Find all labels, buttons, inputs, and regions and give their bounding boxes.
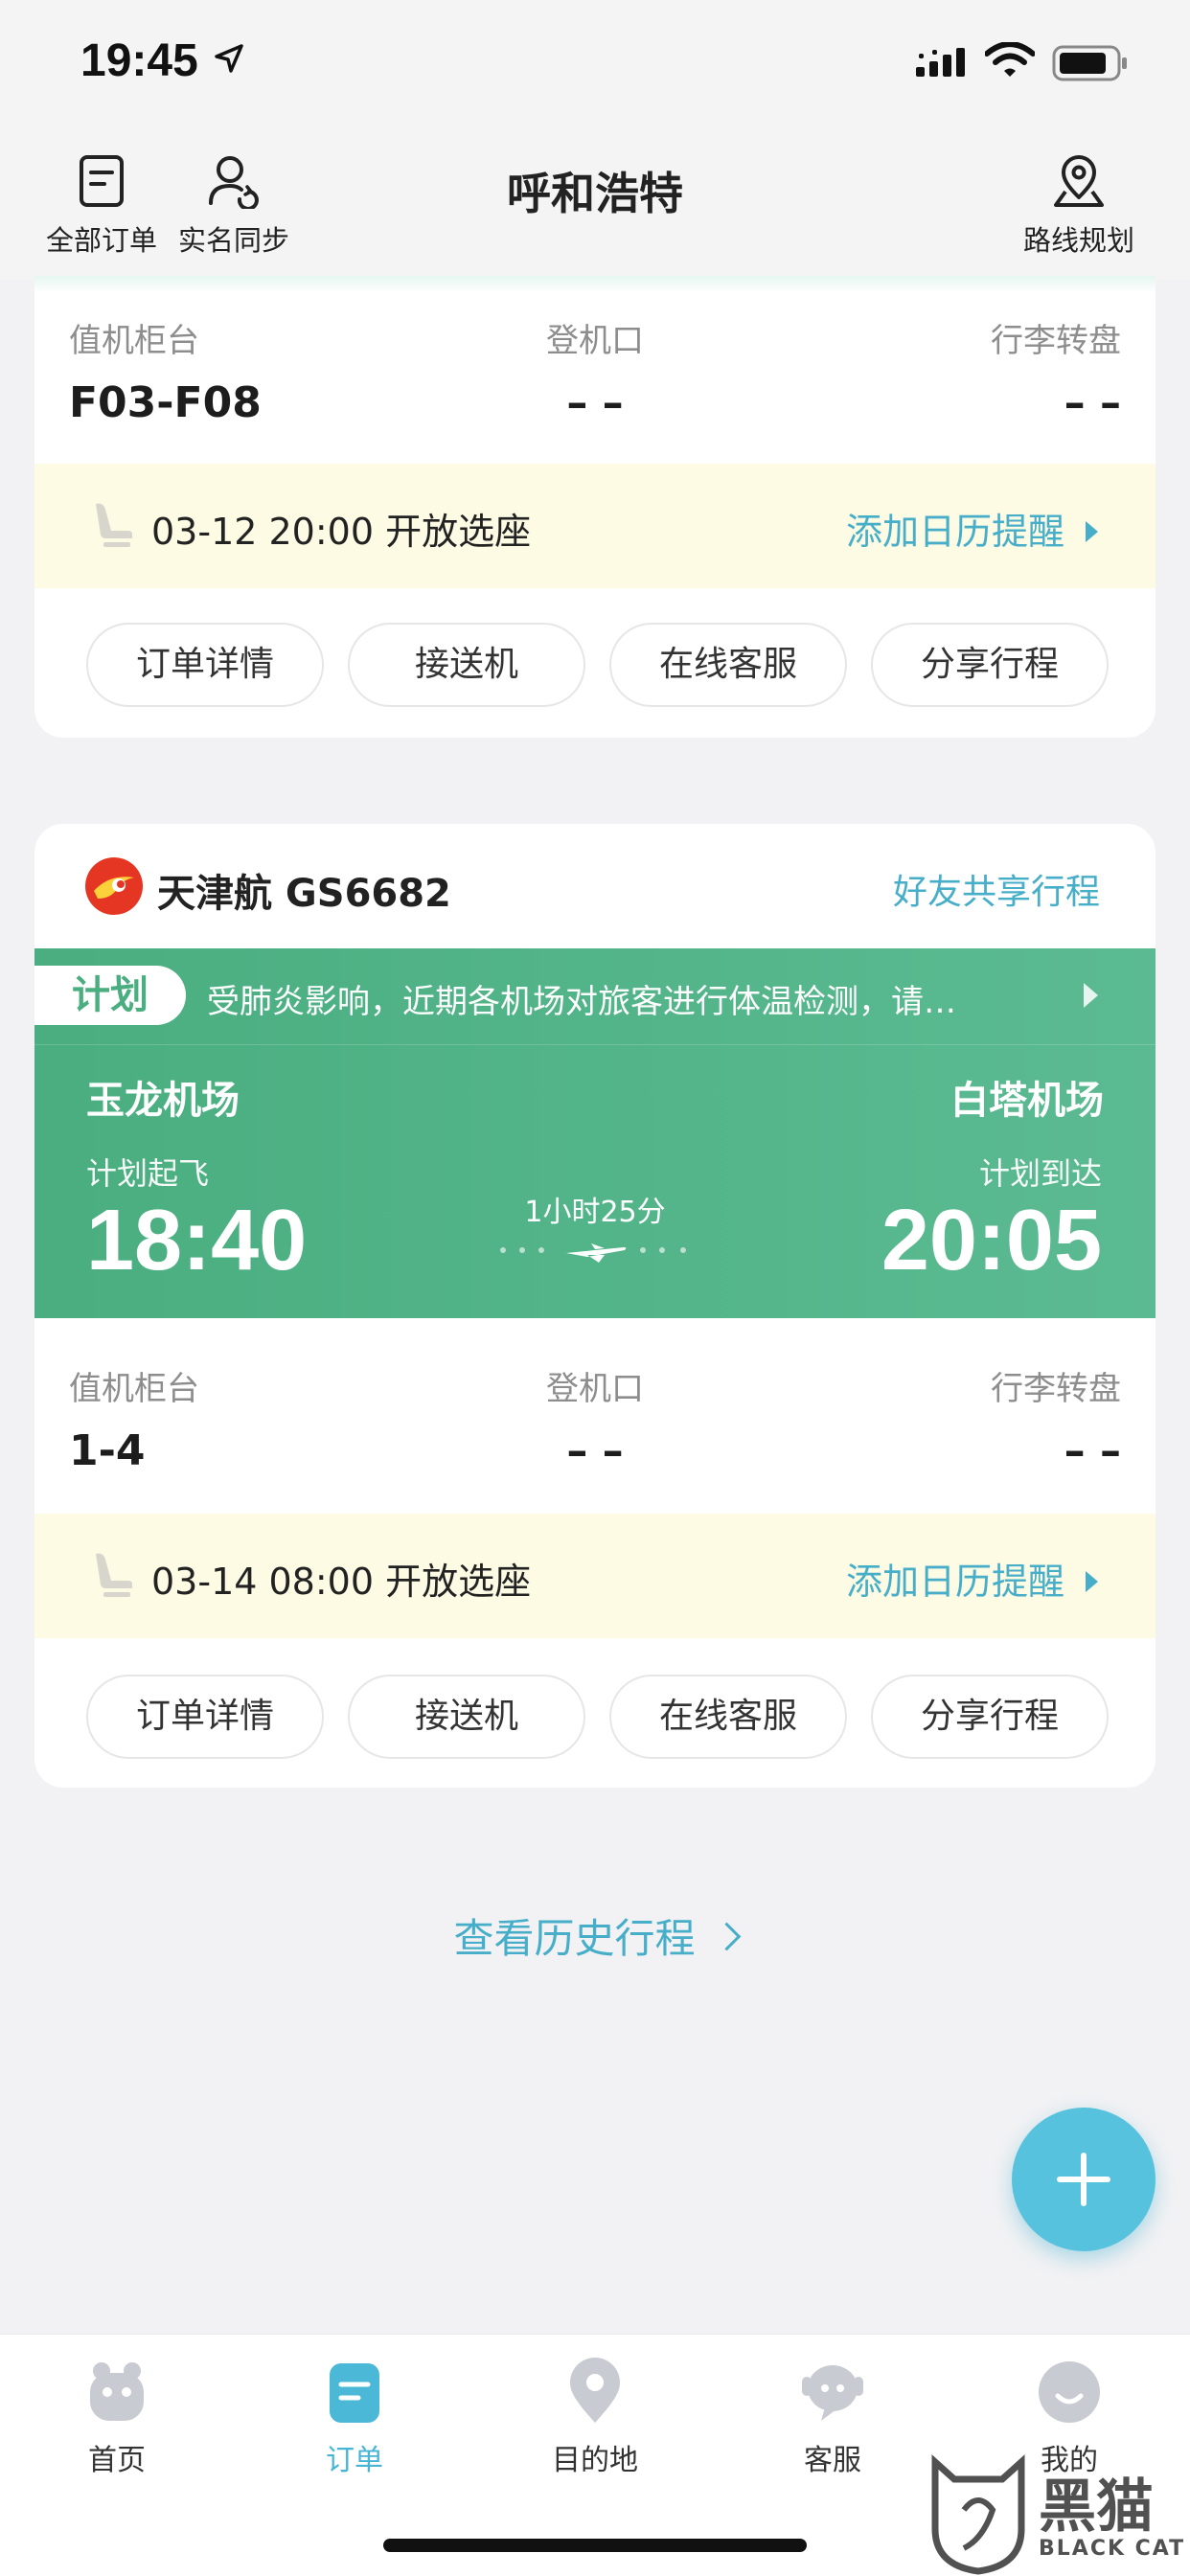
gate-label: 登机口 [546, 322, 644, 360]
tab-customer-service[interactable]: 客服 [756, 2358, 909, 2478]
black-cat-logo-icon [931, 2454, 1025, 2575]
location-icon [570, 2358, 620, 2423]
tab-customer-service-label: 客服 [804, 2444, 861, 2477]
baggage-value: – – [1064, 378, 1121, 427]
all-orders-label: 全部订单 [46, 224, 158, 257]
share-with-friends-link[interactable]: 好友共享行程 [893, 864, 1100, 914]
flight-info-row: 值机柜台 F03-F08 登机口 – – 行李转盘 – – [69, 314, 1121, 448]
app-header: 全部订单 实名同步 呼和浩特 路线规划 [0, 126, 1190, 280]
view-history-link[interactable]: 查看历史行程 [0, 1906, 1190, 1965]
caret-right-icon [1086, 520, 1098, 542]
chevron-right-icon [712, 1922, 741, 1951]
boarding-gate: 登机口 – – [69, 1362, 1121, 1475]
baggage-label: 行李转盘 [991, 322, 1121, 360]
flight-info-row: 值机柜台 1-4 登机口 – – 行李转盘 – – [69, 1362, 1121, 1496]
realname-sync-label: 实名同步 [178, 224, 290, 257]
watermark-subtext: BLACK CAT [1039, 2537, 1186, 2561]
trip-card-2[interactable]: 天津航 GS6682 好友共享行程 计划 受肺炎影响，近期各机场对旅客进行体温检… [34, 824, 1156, 1788]
seat-open-time: 03-14 08:00 开放选座 [151, 1561, 532, 1603]
tab-destination[interactable]: 目的地 [518, 2358, 672, 2478]
order-details-button[interactable]: 订单详情 [86, 1675, 324, 1759]
boarding-gate: 登机口 – – [69, 314, 1121, 427]
chat-bubble-icon [802, 2365, 863, 2421]
tab-destination-label: 目的地 [552, 2444, 638, 2477]
flight-path-plane-icon [500, 1243, 686, 1263]
share-trip-button[interactable]: 分享行程 [871, 623, 1109, 707]
baggage-value: – – [1064, 1426, 1121, 1475]
seat-icon [96, 503, 132, 547]
airport-transfer-button[interactable]: 接送机 [348, 1675, 585, 1759]
gate-label: 登机口 [546, 1370, 644, 1408]
tab-home[interactable]: 首页 [40, 2358, 194, 2478]
seat-selection-bar: 03-12 20:00 开放选座 添加日历提醒 [34, 464, 1156, 588]
share-trip-button[interactable]: 分享行程 [871, 1675, 1109, 1759]
battery-icon [1052, 45, 1127, 81]
route-planning-label: 路线规划 [1023, 224, 1135, 257]
status-bar: 19:45 [0, 0, 1190, 126]
add-calendar-reminder-link[interactable]: 添加日历提醒 [846, 1552, 1098, 1605]
calendar-link-label: 添加日历提醒 [845, 511, 1064, 553]
gate-value: – – [566, 378, 624, 427]
location-arrow-icon [215, 44, 243, 73]
gate-value: – – [566, 1426, 624, 1475]
status-badge: 计划 [34, 966, 186, 1025]
tab-orders-label: 订单 [326, 2444, 383, 2477]
seat-icon [96, 1553, 132, 1597]
calendar-link-label: 添加日历提醒 [845, 1561, 1064, 1603]
page-title: 呼和浩特 [507, 168, 683, 219]
baggage-carousel: 行李转盘 – – [991, 1362, 1121, 1475]
watermark-logo: 黑猫 BLACK CAT [926, 2452, 1190, 2575]
caret-right-icon [1086, 1570, 1098, 1592]
arrival-airport: 白塔机场 [950, 1079, 1104, 1123]
flight-header: 天津航 GS6682 好友共享行程 [34, 824, 1156, 948]
online-service-button[interactable]: 在线客服 [609, 1675, 847, 1759]
wifi-icon [985, 42, 1035, 77]
notice-text: 受肺炎影响，近期各机场对旅客进行体温检测，请… [207, 983, 956, 1021]
status-time: 19:45 [80, 35, 198, 86]
trip-actions: 订单详情 接送机 在线客服 分享行程 [86, 1675, 1140, 1759]
baggage-carousel: 行李转盘 – – [991, 314, 1121, 427]
caret-right-icon [1084, 983, 1098, 1008]
signal-icon [916, 48, 965, 77]
seat-selection-bar: 03-14 08:00 开放选座 添加日历提醒 [34, 1514, 1156, 1638]
watermark-text: 黑猫 [1039, 2473, 1154, 2541]
airport-transfer-button[interactable]: 接送机 [348, 623, 585, 707]
home-mascot-icon [90, 2362, 144, 2421]
airline-logo-icon [85, 857, 143, 915]
trip-card-1: 值机柜台 F03-F08 登机口 – – 行李转盘 – – 03-12 20:0… [34, 276, 1156, 738]
tab-home-label: 首页 [88, 2444, 146, 2477]
departure-airport: 玉龙机场 [86, 1079, 240, 1123]
baggage-label: 行李转盘 [991, 1370, 1121, 1408]
order-icon [330, 2363, 379, 2423]
seat-open-time: 03-12 20:00 开放选座 [151, 511, 532, 553]
add-calendar-reminder-link[interactable]: 添加日历提醒 [846, 502, 1098, 555]
history-link-label: 查看历史行程 [453, 1915, 696, 1962]
flight-status-panel: 计划 受肺炎影响，近期各机场对旅客进行体温检测，请… 玉龙机场 白塔机场 计划起… [34, 948, 1156, 1318]
online-service-button[interactable]: 在线客服 [609, 623, 847, 707]
tab-orders[interactable]: 订单 [278, 2358, 431, 2478]
add-trip-button[interactable] [1012, 2108, 1156, 2251]
order-details-button[interactable]: 订单详情 [86, 623, 324, 707]
home-indicator [383, 2539, 807, 2552]
flight-name: 天津航 GS6682 [157, 872, 451, 916]
map-pin-icon [1054, 155, 1104, 207]
trip-actions: 订单详情 接送机 在线客服 分享行程 [86, 623, 1140, 707]
notice-bar[interactable]: 计划 受肺炎影响，近期各机场对旅客进行体温检测，请… [34, 948, 1156, 1045]
smiley-icon [1039, 2361, 1100, 2423]
route-planning-button[interactable]: 路线规划 [1023, 153, 1134, 259]
flight-duration: 1小时25分 [524, 1196, 666, 1229]
